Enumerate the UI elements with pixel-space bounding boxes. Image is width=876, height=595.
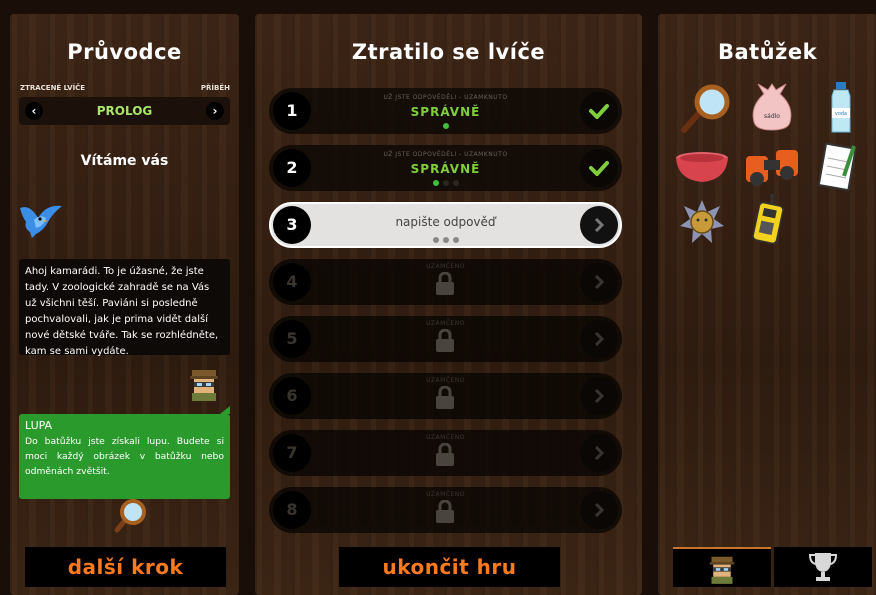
backpack-panel: Batůžek sádlo voda [658, 14, 876, 595]
next-step-button[interactable]: další krok [25, 547, 226, 587]
guide-title: Průvodce [67, 40, 182, 64]
backpack-title: Batůžek [717, 40, 818, 64]
answer-status: SPRÁVNĚ [410, 162, 481, 176]
bird-icon [20, 205, 62, 238]
chapter-label-left: ZTRACENÉ LVÍČE [20, 84, 86, 92]
question-row-3[interactable]: 3 napište odpověď [269, 202, 622, 248]
question-row-8: 8 UZAMČENO [269, 487, 622, 533]
question-row-7: 7 UZAMČENO [269, 430, 622, 476]
magnifier-icon[interactable] [678, 80, 734, 136]
svg-text:voda: voda [835, 111, 847, 117]
bottle-icon[interactable]: voda [828, 82, 854, 134]
magnifier-icon [114, 499, 146, 533]
tab-backpack[interactable] [673, 547, 771, 587]
arrow-button [580, 263, 618, 301]
trophy-icon [808, 553, 838, 581]
attempt-dots [269, 180, 622, 186]
item-notification-title: LUPA [25, 419, 53, 432]
walkie-talkie-icon[interactable] [750, 192, 786, 244]
badge-icon[interactable] [678, 198, 726, 246]
locked-label: UZAMČENO [426, 491, 465, 498]
explorer-avatar-icon [709, 556, 735, 584]
explorer-avatar-icon [190, 370, 218, 401]
notepad-icon[interactable] [818, 140, 862, 192]
questions-panel: Ztratilo se lvíče 1 UŽ JSTE ODPOVĚDĚLI -… [255, 14, 642, 595]
attempt-dots [269, 123, 622, 129]
arrow-button [580, 434, 618, 472]
chapter-name: PROLOG [96, 104, 153, 118]
guide-panel: Průvodce ZTRACENÉ LVÍČE PŘÍBĚH ‹ PROLOG … [10, 14, 239, 595]
item-notification-text: Do batůžku jste získali lupu. Budete si … [25, 436, 224, 477]
question-row-2: 2 UŽ JSTE ODPOVĚDĚLI - UZAMKNUTO SPRÁVNĚ [269, 145, 622, 191]
answer-status: SPRÁVNĚ [410, 105, 481, 119]
chapter-label-right: PŘÍBĚH [200, 84, 230, 92]
check-icon [580, 92, 618, 130]
story-bubble: Ahoj kamarádi. To je úžasné, že jste tad… [19, 259, 230, 357]
locked-label: UZAMČENO [426, 377, 465, 384]
answered-label: UŽ JSTE ODPOVĚDĚLI - UZAMKNUTO [383, 151, 508, 158]
bowl-icon[interactable] [674, 150, 730, 184]
lock-icon [436, 386, 454, 409]
end-game-button[interactable]: ukončit hru [339, 547, 560, 587]
answer-input[interactable]: napište odpověď [271, 215, 620, 229]
check-icon [580, 149, 618, 187]
prev-chapter-button[interactable]: ‹ [25, 102, 43, 120]
arrow-button [580, 491, 618, 529]
item-notification: LUPA Do batůžku jste získali lupu. Budet… [19, 406, 230, 499]
lock-icon [436, 329, 454, 352]
lock-icon [436, 500, 454, 523]
chapter-selector: ‹ PROLOG › [19, 97, 230, 125]
answered-label: UŽ JSTE ODPOVĚDĚLI - UZAMKNUTO [383, 94, 508, 101]
question-row-6: 6 UZAMČENO [269, 373, 622, 419]
next-chapter-button[interactable]: › [205, 102, 224, 120]
locked-label: UZAMČENO [426, 434, 465, 441]
arrow-button [580, 377, 618, 415]
locked-label: UZAMČENO [426, 263, 465, 270]
game-title: Ztratilo se lvíče [351, 40, 546, 64]
attempt-dots [271, 237, 620, 243]
welcome-heading: Vítáme vás [80, 153, 169, 169]
bag-icon[interactable]: sádlo [750, 82, 794, 132]
binoculars-icon[interactable] [744, 146, 800, 186]
question-row-4: 4 UZAMČENO [269, 259, 622, 305]
lock-icon [436, 443, 454, 466]
submit-answer-button[interactable] [580, 206, 618, 244]
svg-text:sádlo: sádlo [764, 113, 780, 120]
question-row-5: 5 UZAMČENO [269, 316, 622, 362]
tab-rewards[interactable] [774, 547, 872, 587]
arrow-button [580, 320, 618, 358]
lock-icon [436, 272, 454, 295]
question-row-1: 1 UŽ JSTE ODPOVĚDĚLI - UZAMKNUTO SPRÁVNĚ [269, 88, 622, 134]
locked-label: UZAMČENO [426, 320, 465, 327]
